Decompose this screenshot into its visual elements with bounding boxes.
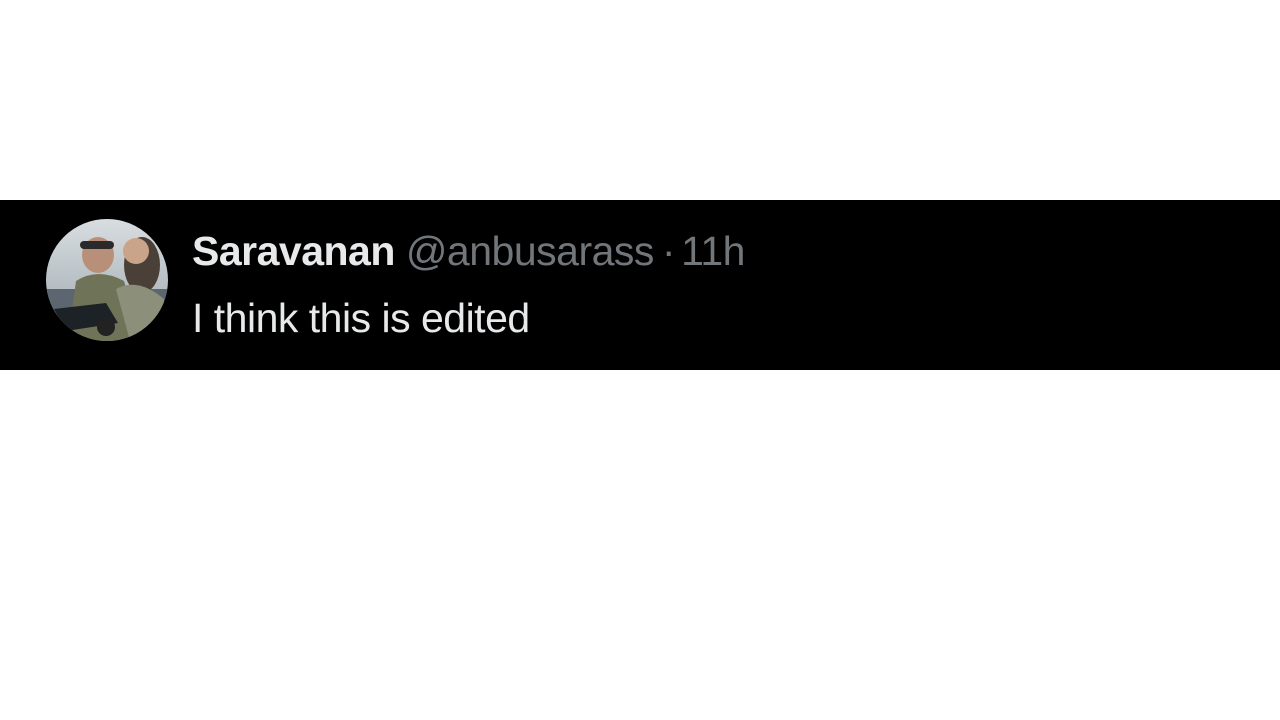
reply-tweet[interactable]: Saravanan @anbusarass · 11h I think this i… [0, 200, 1280, 370]
dot-separator: · [661, 228, 676, 274]
display-name[interactable]: Saravanan [192, 228, 395, 274]
timestamp[interactable]: 11h [681, 228, 745, 274]
tweet-header: Saravanan @anbusarass · 11h [192, 224, 745, 278]
user-handle[interactable]: @anbusarass [406, 228, 655, 274]
tweet-text: I think this is edited [192, 295, 530, 341]
avatar-photo-icon [46, 219, 168, 341]
user-avatar[interactable] [46, 219, 168, 341]
